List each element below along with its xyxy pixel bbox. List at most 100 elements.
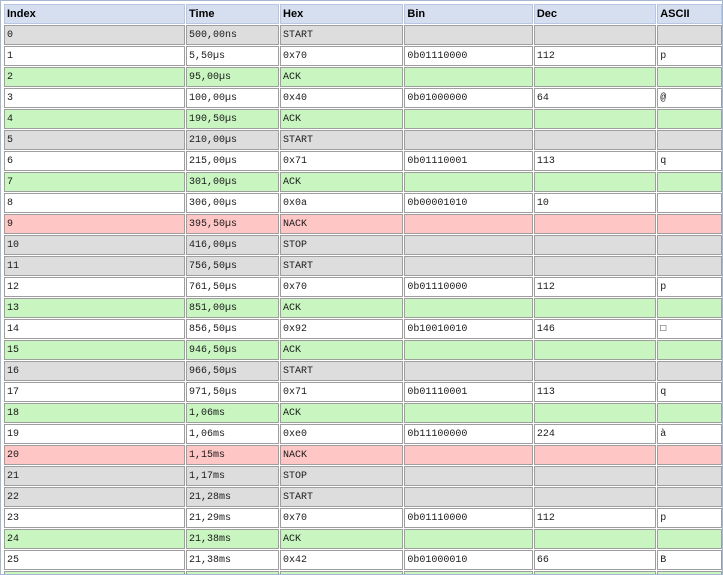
cell-hex: 0x70 — [280, 277, 404, 297]
cell-index: 2 — [4, 67, 186, 87]
cell-ascii — [657, 298, 722, 318]
cell-ascii — [657, 571, 722, 574]
cell-time: 210,00µs — [186, 130, 280, 150]
table-row[interactable]: 24 21,38ms ACK — [4, 529, 722, 549]
cell-bin — [404, 130, 533, 150]
table-row[interactable]: 4 190,50µs ACK — [4, 109, 722, 129]
cell-bin: 0b01000000 — [404, 88, 533, 108]
table-row[interactable]: 17 971,50µs 0x71 0b01110001 113 q — [4, 382, 722, 402]
cell-bin: 0b11100000 — [404, 424, 533, 444]
cell-time: 301,00µs — [186, 172, 280, 192]
table-row[interactable]: 21 1,17ms STOP — [4, 466, 722, 486]
cell-time: 1,15ms — [186, 445, 280, 465]
cell-bin — [404, 466, 533, 486]
table-row[interactable]: 25 21,38ms 0x42 0b01000010 66 B — [4, 550, 722, 570]
table-row[interactable]: 7 301,00µs ACK — [4, 172, 722, 192]
table-row[interactable]: 20 1,15ms NACK — [4, 445, 722, 465]
column-header-hex[interactable]: Hex — [280, 4, 404, 24]
cell-dec — [533, 172, 657, 192]
cell-dec — [533, 109, 657, 129]
cell-bin — [404, 571, 533, 574]
cell-hex: START — [280, 487, 404, 507]
table-row[interactable]: 8 306,00µs 0x0a 0b00001010 10 — [4, 193, 722, 213]
table-row[interactable]: 1 5,50µs 0x70 0b01110000 112 p — [4, 46, 722, 66]
column-header-bin[interactable]: Bin — [404, 4, 533, 24]
column-header-index[interactable]: Index — [4, 4, 186, 24]
cell-ascii — [657, 466, 722, 486]
cell-time: 761,50µs — [186, 277, 280, 297]
cell-dec — [533, 298, 657, 318]
cell-hex: NACK — [280, 445, 404, 465]
cell-index: 1 — [4, 46, 186, 66]
cell-index: 21 — [4, 466, 186, 486]
table-row[interactable]: 14 856,50µs 0x92 0b10010010 146 □ — [4, 319, 722, 339]
cell-bin — [404, 172, 533, 192]
table-row[interactable]: 16 966,50µs START — [4, 361, 722, 381]
cell-hex: 0x71 — [280, 151, 404, 171]
table-row[interactable]: 2621,47msACK — [4, 571, 722, 574]
cell-index: 8 — [4, 193, 186, 213]
cell-dec: 112 — [533, 277, 657, 297]
cell-index: 3 — [4, 88, 186, 108]
cell-index: 22 — [4, 487, 186, 507]
decoder-table-panel: Index Time Hex Bin Dec ASCII 0 500,00ns ST… — [0, 0, 723, 575]
cell-ascii — [657, 361, 722, 381]
table-row[interactable]: 19 1,06ms 0xe0 0b11100000 224 à — [4, 424, 722, 444]
cell-index: 26 — [4, 571, 186, 574]
cell-ascii — [657, 172, 722, 192]
cell-dec — [533, 571, 657, 574]
cell-dec — [533, 256, 657, 276]
cell-hex: 0x70 — [280, 508, 404, 528]
cell-hex: ACK — [280, 529, 404, 549]
cell-index: 18 — [4, 403, 186, 423]
cell-index: 17 — [4, 382, 186, 402]
table-row[interactable]: 15 946,50µs ACK — [4, 340, 722, 360]
cell-bin — [404, 445, 533, 465]
cell-time: 21,38ms — [186, 529, 280, 549]
cell-bin — [404, 529, 533, 549]
cell-time: 21,38ms — [186, 550, 280, 570]
table-row[interactable]: 5 210,00µs START — [4, 130, 722, 150]
table-row[interactable]: 3 100,00µs 0x40 0b01000000 64 @ — [4, 88, 722, 108]
cell-time: 1,06ms — [186, 403, 280, 423]
column-header-ascii[interactable]: ASCII — [657, 4, 722, 24]
cell-time: 1,06ms — [186, 424, 280, 444]
cell-dec: 64 — [533, 88, 657, 108]
cell-bin — [404, 109, 533, 129]
cell-hex: 0xe0 — [280, 424, 404, 444]
cell-hex: ACK — [280, 67, 404, 87]
cell-dec — [533, 487, 657, 507]
cell-bin: 0b01110000 — [404, 277, 533, 297]
cell-time: 946,50µs — [186, 340, 280, 360]
table-row[interactable]: 23 21,29ms 0x70 0b01110000 112 p — [4, 508, 722, 528]
cell-ascii: p — [657, 508, 722, 528]
cell-index: 10 — [4, 235, 186, 255]
cell-dec: 224 — [533, 424, 657, 444]
table-row[interactable]: 6 215,00µs 0x71 0b01110001 113 q — [4, 151, 722, 171]
cell-time: 21,47ms — [186, 571, 280, 574]
table-row[interactable]: 2 95,00µs ACK — [4, 67, 722, 87]
table-row[interactable]: 10 416,00µs STOP — [4, 235, 722, 255]
table-row[interactable]: 0 500,00ns START — [4, 25, 722, 45]
cell-dec — [533, 25, 657, 45]
cell-ascii: q — [657, 151, 722, 171]
cell-index: 12 — [4, 277, 186, 297]
cell-dec — [533, 340, 657, 360]
cell-time: 395,50µs — [186, 214, 280, 234]
cell-hex: ACK — [280, 403, 404, 423]
cell-index: 11 — [4, 256, 186, 276]
table-row[interactable]: 13 851,00µs ACK — [4, 298, 722, 318]
cell-ascii: □ — [657, 319, 722, 339]
cell-bin: 0b01000010 — [404, 550, 533, 570]
cell-time: 21,29ms — [186, 508, 280, 528]
column-header-dec[interactable]: Dec — [533, 4, 657, 24]
table-row[interactable]: 9 395,50µs NACK — [4, 214, 722, 234]
cell-ascii — [657, 256, 722, 276]
cell-time: 756,50µs — [186, 256, 280, 276]
table-row[interactable]: 11 756,50µs START — [4, 256, 722, 276]
column-header-time[interactable]: Time — [186, 4, 280, 24]
table-row[interactable]: 12 761,50µs 0x70 0b01110000 112 p — [4, 277, 722, 297]
table-row[interactable]: 18 1,06ms ACK — [4, 403, 722, 423]
table-row[interactable]: 22 21,28ms START — [4, 487, 722, 507]
cell-hex: 0x42 — [280, 550, 404, 570]
